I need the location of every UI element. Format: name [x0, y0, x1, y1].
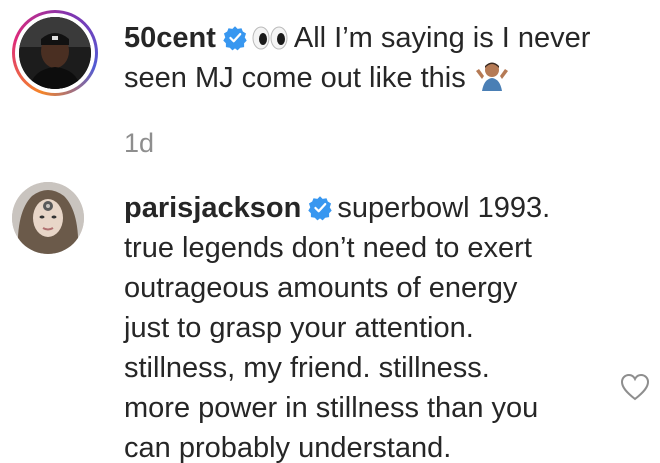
verified-badge-icon	[308, 196, 333, 221]
avatar-story-ring[interactable]	[12, 10, 98, 96]
eyes-emoji-icon	[252, 26, 288, 50]
comment-timestamp[interactable]: 1d	[124, 128, 154, 159]
comment-text-line2: seen MJ come out like this	[124, 62, 466, 94]
comment-body: parisjackson superbowl 1993. true legend…	[124, 188, 550, 463]
comment-text-line: stillness, my friend. stillness.	[124, 352, 490, 384]
comment-text-line1: All I’m saying is I never	[293, 22, 591, 54]
comment-text-line: just to grasp your attention.	[124, 312, 474, 344]
comment-body: 50cent All I’m saying is I never seen MJ…	[124, 18, 590, 98]
avatar[interactable]	[19, 17, 91, 89]
comment-text-line: true legends don’t need to exert	[124, 232, 532, 264]
avatar-portrait-icon	[19, 17, 91, 89]
comment-text-line: superbowl 1993.	[337, 192, 551, 224]
avatar[interactable]	[12, 182, 84, 254]
like-heart-icon[interactable]	[620, 373, 650, 401]
comment-text-line: more power in stillness than you	[124, 392, 539, 424]
shrug-emoji-icon	[475, 62, 508, 91]
comment-username[interactable]: parisjackson	[124, 192, 301, 224]
comment-parisjackson: parisjackson superbowl 1993. true legend…	[0, 170, 660, 463]
comment-text-line: can probably understand.	[124, 432, 452, 463]
verified-badge-icon	[223, 26, 247, 51]
comment-username[interactable]: 50cent	[124, 22, 216, 54]
avatar-portrait-icon	[12, 182, 84, 254]
comment-text-line: outrageous amounts of energy	[124, 272, 518, 304]
comment-50cent: 50cent All I’m saying is I never seen MJ…	[0, 0, 660, 170]
